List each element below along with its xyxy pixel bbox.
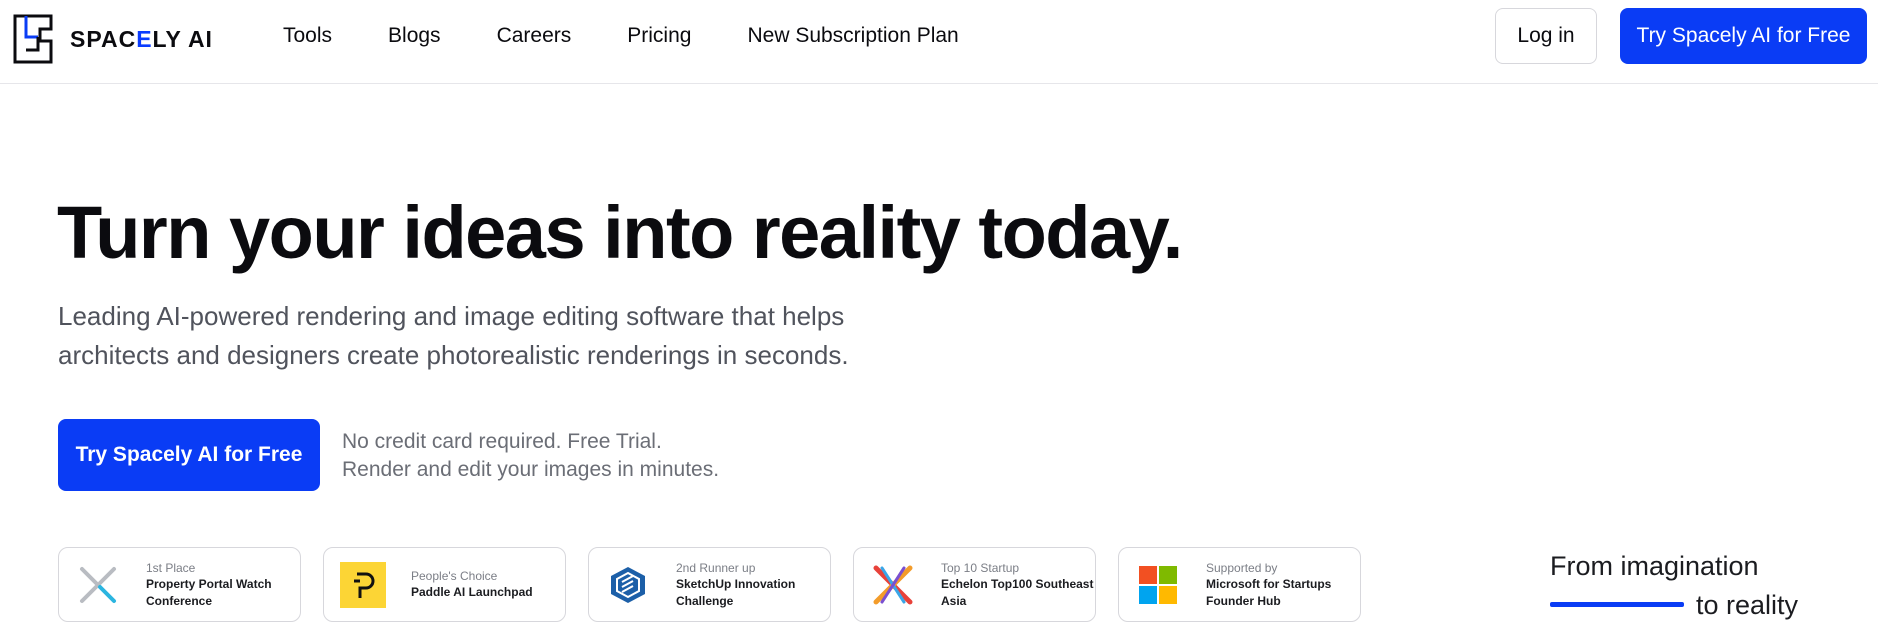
award-card: Supported by Microsoft for Startups Foun… [1118, 547, 1361, 622]
nav-link-blogs[interactable]: Blogs [388, 24, 441, 48]
award-card: 2nd Runner up SketchUp Innovation Challe… [588, 547, 831, 622]
award-place: 1st Place [146, 560, 196, 575]
award-place: 2nd Runner up [676, 560, 756, 575]
echelon-icon [870, 562, 916, 608]
hero-title: Turn your ideas into reality today. [57, 191, 1183, 274]
nav-link-pricing[interactable]: Pricing [627, 24, 691, 48]
login-button[interactable]: Log in [1495, 8, 1597, 64]
tagline-bottom: to reality [1696, 590, 1799, 620]
microsoft-icon [1135, 562, 1181, 608]
award-name: Property Portal Watch Conference [146, 576, 272, 608]
ppw-x-icon [75, 562, 121, 608]
award-card: 1st Place Property Portal Watch Conferen… [58, 547, 301, 622]
cta-note: No credit card required. Free Trial. Ren… [342, 428, 719, 484]
sketchup-icon [605, 562, 651, 608]
award-place: Top 10 Startup [941, 560, 1020, 575]
nav-link-tools[interactable]: Tools [283, 24, 332, 48]
hero-subtitle: Leading AI-powered rendering and image e… [58, 297, 958, 375]
nav-link-new-subscription-plan[interactable]: New Subscription Plan [747, 24, 958, 48]
hero-try-free-button[interactable]: Try Spacely AI for Free [58, 419, 320, 491]
awards-row: 1st Place Property Portal Watch Conferen… [58, 547, 1383, 622]
tagline-divider [1550, 602, 1684, 607]
main-nav: Tools Blogs Careers Pricing New Subscrip… [283, 24, 1015, 48]
award-card: Top 10 Startup Echelon Top100 Southeast … [853, 547, 1096, 622]
hero-subtitle-line2: architects and designers create photorea… [58, 340, 849, 370]
award-name: Microsoft for Startups Founder Hub [1206, 576, 1332, 608]
award-place: Supported by [1206, 560, 1278, 575]
cta-note-line2: Render and edit your images in minutes. [342, 458, 720, 481]
spacely-logo-icon [13, 14, 53, 64]
award-name: Echelon Top100 Southeast Asia [941, 576, 1094, 608]
award-name: SketchUp Innovation Challenge [676, 576, 796, 608]
nav-link-careers[interactable]: Careers [497, 24, 572, 48]
award-card: People's Choice Paddle AI Launchpad [323, 547, 566, 622]
tagline-top: From imagination [1550, 551, 1759, 581]
brand-name: SPACELY AI [70, 25, 213, 52]
top-navbar: SPACELY AI Tools Blogs Careers Pricing N… [0, 0, 1878, 84]
paddle-icon [340, 561, 386, 608]
cta-note-line1: No credit card required. Free Trial. [342, 430, 662, 453]
nav-try-free-button[interactable]: Try Spacely AI for Free [1620, 8, 1867, 64]
award-place: People's Choice [411, 569, 498, 583]
brand-logo[interactable]: SPACELY AI [12, 13, 213, 65]
hero-subtitle-line1: Leading AI-powered rendering and image e… [58, 301, 845, 331]
award-name: Paddle AI Launchpad [411, 585, 533, 599]
